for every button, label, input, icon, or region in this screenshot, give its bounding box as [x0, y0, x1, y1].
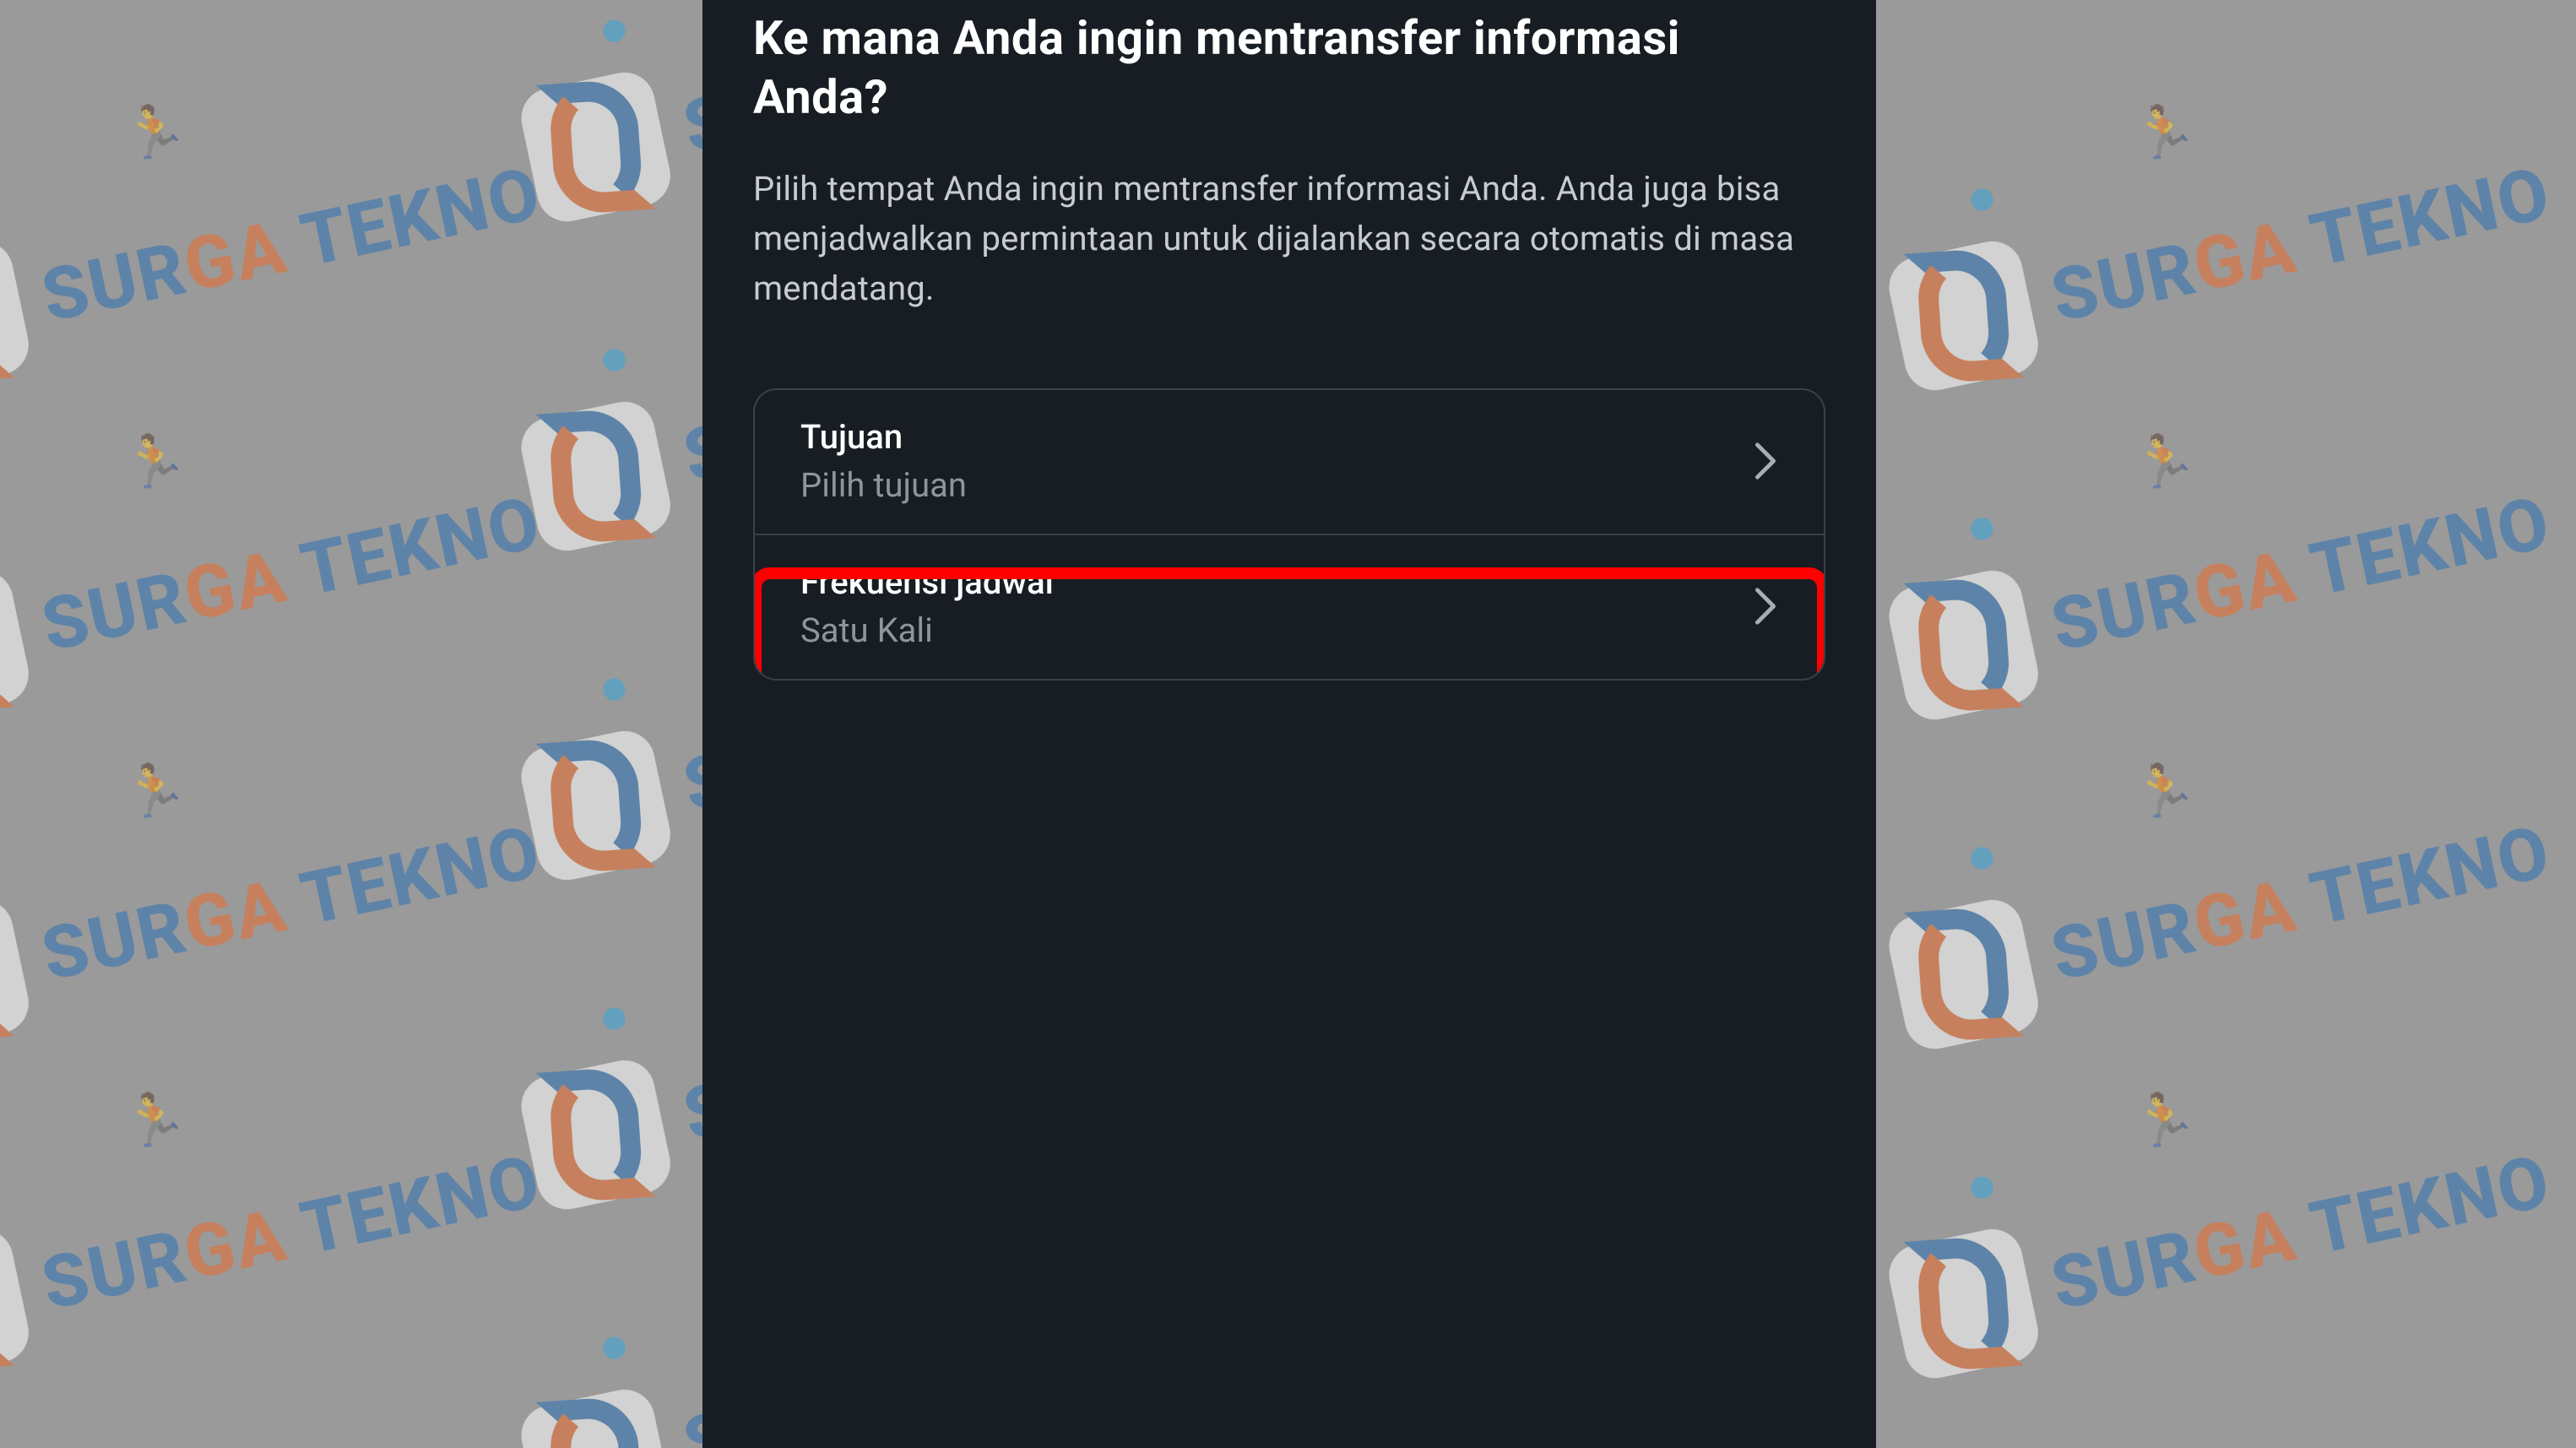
page-description: Pilih tempat Anda ingin mentransfer info… — [753, 164, 1825, 314]
schedule-frequency-value: Satu Kali — [800, 610, 1054, 650]
chevron-right-icon — [1753, 586, 1778, 626]
mobile-screen: Ke mana Anda ingin mentransfer informasi… — [702, 0, 1876, 1448]
page-title: Ke mana Anda ingin mentransfer informasi… — [753, 8, 1825, 127]
chevron-right-icon — [1753, 441, 1778, 481]
schedule-frequency-label: Frekuensi jadwal — [800, 562, 1054, 602]
destination-label: Tujuan — [800, 417, 967, 457]
transfer-options-group: Tujuan Pilih tujuan Frekuensi jadwal Sat… — [753, 388, 1825, 681]
destination-value: Pilih tujuan — [800, 465, 967, 505]
schedule-frequency-option[interactable]: Frekuensi jadwal Satu Kali — [755, 535, 1824, 679]
destination-option[interactable]: Tujuan Pilih tujuan — [755, 390, 1824, 534]
